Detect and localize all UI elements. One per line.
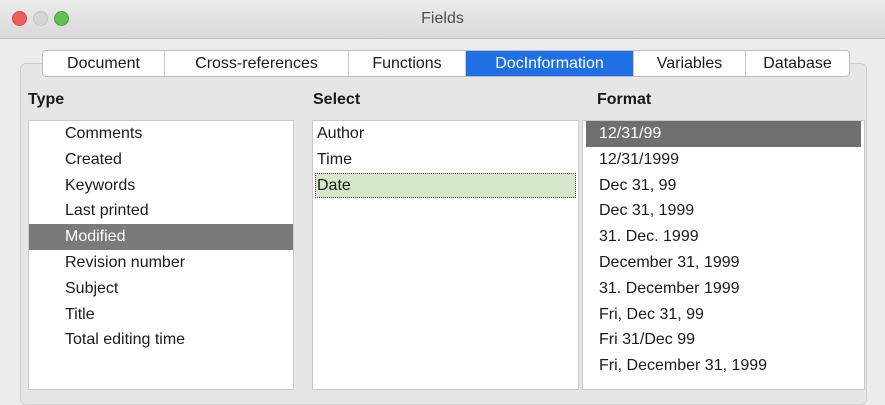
format-header: Format bbox=[597, 91, 652, 108]
format-item[interactable]: December 31, 1999 bbox=[583, 250, 864, 276]
type-item-total-editing-time[interactable]: Total editing time bbox=[29, 327, 293, 353]
type-header: Type bbox=[28, 91, 65, 108]
tab-document[interactable]: Document bbox=[43, 51, 165, 76]
type-item-last-printed[interactable]: Last printed bbox=[29, 198, 293, 224]
format-item[interactable]: Dec 31, 99 bbox=[583, 173, 864, 199]
tab-functions[interactable]: Functions bbox=[349, 51, 466, 76]
window-title: Fields bbox=[421, 10, 464, 27]
tab-cross-references[interactable]: Cross-references bbox=[165, 51, 349, 76]
format-item[interactable]: Dec 31, 1999 bbox=[583, 198, 864, 224]
format-item[interactable]: Fri, Dec 31, 99 bbox=[583, 302, 864, 328]
format-item[interactable]: 31. December 1999 bbox=[583, 276, 864, 302]
format-item[interactable]: 12/31/99 bbox=[586, 121, 861, 147]
tab-bar: Document Cross-references Functions DocI… bbox=[42, 50, 850, 77]
format-item[interactable]: 31. Dec. 1999 bbox=[583, 224, 864, 250]
type-item-revision-number[interactable]: Revision number bbox=[29, 250, 293, 276]
tab-docinformation[interactable]: DocInformation bbox=[466, 51, 634, 76]
type-item-title[interactable]: Title bbox=[29, 302, 293, 328]
type-item-subject[interactable]: Subject bbox=[29, 276, 293, 302]
type-item-created[interactable]: Created bbox=[29, 147, 293, 173]
type-item-keywords[interactable]: Keywords bbox=[29, 173, 293, 199]
type-item-modified[interactable]: Modified bbox=[29, 224, 293, 250]
select-item-author[interactable]: Author bbox=[313, 121, 578, 147]
select-item-time[interactable]: Time bbox=[313, 147, 578, 173]
type-item-comments[interactable]: Comments bbox=[29, 121, 293, 147]
format-list[interactable]: 12/31/99 12/31/1999 Dec 31, 99 Dec 31, 1… bbox=[582, 120, 865, 390]
format-item[interactable]: Fri 31/Dec 99 bbox=[583, 327, 864, 353]
tab-variables[interactable]: Variables bbox=[634, 51, 746, 76]
format-item[interactable]: 12/31/1999 bbox=[583, 147, 864, 173]
title-bar: Fields bbox=[0, 0, 885, 39]
format-item[interactable]: Fri, December 31, 1999 bbox=[583, 353, 864, 379]
select-list[interactable]: Author Time Date bbox=[312, 120, 579, 390]
select-header: Select bbox=[313, 91, 361, 108]
type-list[interactable]: Comments Created Keywords Last printed M… bbox=[28, 120, 294, 390]
select-item-date[interactable]: Date bbox=[315, 172, 576, 199]
tab-database[interactable]: Database bbox=[746, 51, 849, 76]
